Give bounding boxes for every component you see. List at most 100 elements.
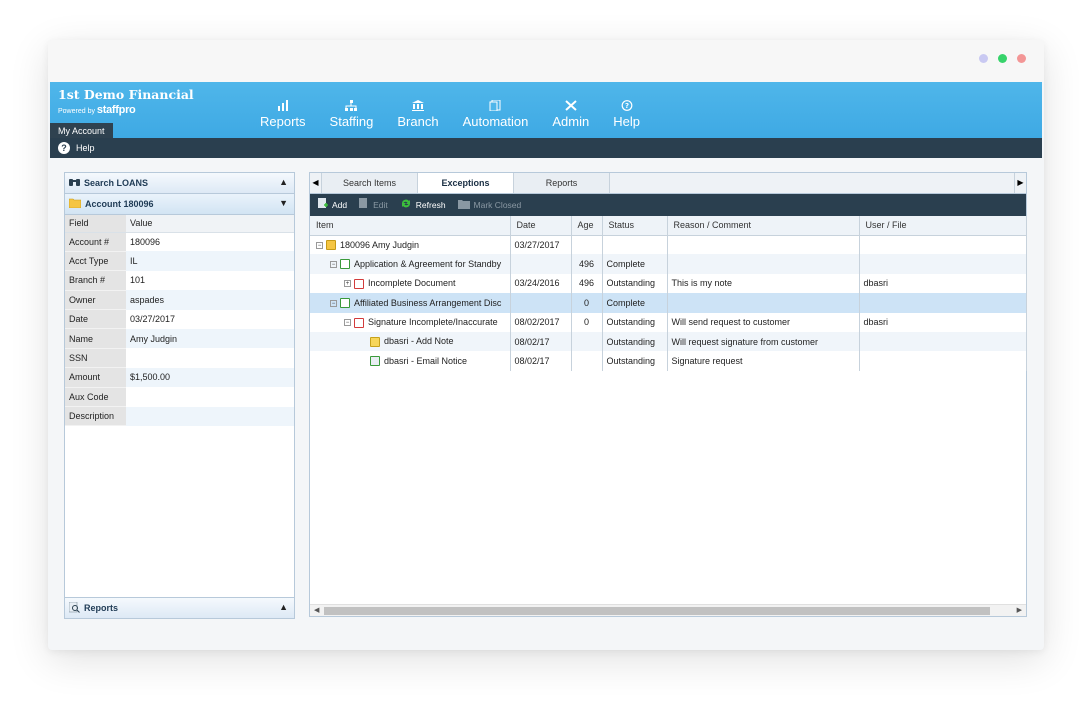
chevron-down-icon[interactable]: ▼	[279, 198, 288, 208]
window-dot-red[interactable]	[1017, 54, 1026, 63]
field-label: Description	[65, 406, 126, 427]
tab-scroll-right-icon[interactable]: ▶	[1014, 173, 1026, 193]
my-account-tab[interactable]: My Account	[50, 123, 113, 138]
collapse-toggle-icon[interactable]: −	[344, 319, 351, 327]
table-row[interactable]: dbasri - Add Note 08/02/17 Outstanding W…	[310, 331, 1027, 352]
collapse-toggle-icon[interactable]: −	[330, 299, 337, 307]
help-bar: ? Help	[50, 138, 1042, 158]
add-doc-icon	[318, 198, 328, 212]
table-row[interactable]: −180096 Amy Judgin 03/27/2017	[310, 235, 1027, 255]
tab-search-items[interactable]: Search Items	[322, 173, 418, 193]
nav-staffing-label: Staffing	[329, 114, 374, 129]
field-value: IL	[126, 251, 294, 271]
search-loans-header[interactable]: Search LOANS ▲	[65, 173, 294, 194]
folder-closed-icon	[457, 199, 470, 212]
folder-open-icon	[326, 240, 336, 251]
tab-bar: ◀ Search Items Exceptions Reports ▶	[310, 173, 1026, 194]
col-field-header: Field	[65, 215, 126, 233]
table-row[interactable]: − Signature Incomplete/Inaccurate 08/02/2…	[310, 312, 1027, 332]
app-title: 1st Demo Financial	[58, 87, 194, 102]
field-label: Amount	[65, 367, 126, 388]
scroll-thumb[interactable]	[324, 607, 990, 615]
nav-help-label: Help	[613, 114, 640, 129]
report-search-icon	[68, 601, 80, 615]
chevron-up-icon[interactable]: ▲	[279, 177, 288, 187]
account-header[interactable]: Account 180096 ▼	[65, 194, 294, 215]
right-panel: ◀ Search Items Exceptions Reports ▶ Add …	[309, 172, 1027, 617]
col-reason[interactable]: Reason / Comment	[667, 216, 860, 236]
nav-reports[interactable]: Reports	[260, 100, 306, 129]
main-nav: Reports Staffing Branch Automation Admin…	[260, 99, 664, 129]
field-row: Acct Type IL	[65, 251, 294, 272]
app-header: 1st Demo Financial Powered by staffpro M…	[50, 82, 1042, 138]
field-row: Description	[65, 406, 294, 427]
bank-icon	[397, 100, 438, 114]
refresh-icon	[400, 198, 412, 212]
tab-scroll-left-icon[interactable]: ◀	[310, 173, 322, 193]
nav-reports-label: Reports	[260, 114, 306, 129]
chevron-up-icon[interactable]: ▲	[279, 602, 288, 612]
col-age[interactable]: Age	[571, 216, 603, 236]
field-label: Account #	[65, 232, 126, 252]
nav-admin-label: Admin	[552, 114, 590, 129]
field-label: Aux Code	[65, 387, 126, 408]
table-row[interactable]: + Incomplete Document 03/24/2016 496 Outs…	[310, 273, 1027, 294]
edit-doc-icon	[359, 198, 369, 212]
doc-check-icon	[340, 259, 350, 270]
powered-by-label: Powered by	[58, 108, 95, 115]
col-value-header: Value	[126, 215, 294, 233]
help-icon: ?	[613, 100, 640, 114]
tab-exceptions[interactable]: Exceptions	[418, 173, 514, 193]
table-row[interactable]: − Application & Agreement for Standby 496…	[310, 254, 1027, 274]
refresh-button[interactable]: Refresh	[400, 198, 446, 212]
tools-icon	[552, 100, 589, 114]
nav-admin[interactable]: Admin	[552, 100, 589, 129]
left-panel: Search LOANS ▲ Account 180096 ▼ Field Va…	[64, 172, 295, 619]
col-user-file[interactable]: User / File	[859, 216, 1027, 236]
tab-reports[interactable]: Reports	[514, 173, 610, 193]
window-dot-purple[interactable]	[979, 54, 988, 63]
horizontal-scrollbar[interactable]: ◀ ▶	[310, 604, 1026, 616]
field-row: SSN	[65, 348, 294, 369]
doc-warning-icon	[354, 278, 364, 289]
collapse-toggle-icon[interactable]: −	[330, 260, 337, 268]
scroll-right-icon[interactable]: ▶	[1017, 605, 1022, 617]
edit-button[interactable]: Edit	[359, 198, 388, 212]
field-label: Owner	[65, 290, 126, 311]
help-link[interactable]: Help	[76, 143, 95, 153]
nav-help[interactable]: ? Help	[613, 100, 640, 129]
field-row: Amount $1,500.00	[65, 367, 294, 388]
scroll-left-icon[interactable]: ◀	[314, 605, 319, 617]
col-status[interactable]: Status	[602, 216, 668, 236]
bar-chart-icon	[260, 100, 306, 114]
app-window: 1st Demo Financial Powered by staffpro M…	[48, 40, 1044, 650]
expand-toggle-icon[interactable]: +	[344, 280, 351, 288]
doc-warning-icon	[354, 317, 364, 328]
nav-branch[interactable]: Branch	[397, 100, 439, 129]
staffpro-logo: staffpro	[96, 104, 136, 116]
field-label: SSN	[65, 348, 126, 369]
help-circle-icon[interactable]: ?	[58, 142, 70, 154]
field-row: Account # 180096	[65, 232, 294, 252]
account-title: Account 180096	[85, 199, 154, 209]
reports-title: Reports	[84, 603, 119, 613]
col-date[interactable]: Date	[510, 216, 572, 236]
field-value: $1,500.00	[126, 367, 294, 388]
col-item[interactable]: Item	[310, 216, 511, 236]
nav-staffing[interactable]: Staffing	[329, 100, 374, 129]
nav-automation[interactable]: Automation	[462, 99, 529, 129]
field-value: 03/27/2017	[130, 314, 176, 325]
collapse-toggle-icon[interactable]: −	[316, 241, 323, 249]
nav-automation-label: Automation	[462, 114, 529, 129]
field-label: Branch #	[65, 270, 126, 291]
window-dot-green[interactable]	[998, 54, 1007, 63]
table-row-selected[interactable]: − Affiliated Business Arrangement Disc 0 …	[310, 293, 1027, 313]
field-label: Acct Type	[65, 251, 126, 272]
account-fields-table: Field Value Account # 180096 Acct Type IL Br…	[65, 215, 294, 427]
search-loans-title: Search LOANS	[84, 178, 149, 188]
table-row[interactable]: dbasri - Email Notice 08/02/17 Outstandi…	[310, 351, 1027, 371]
exceptions-grid: Item Date Age Status Reason / Comment Us…	[310, 216, 1027, 371]
mark-closed-button[interactable]: Mark Closed	[457, 199, 521, 212]
add-button[interactable]: Add	[318, 198, 347, 212]
reports-footer[interactable]: Reports ▲	[65, 597, 294, 618]
